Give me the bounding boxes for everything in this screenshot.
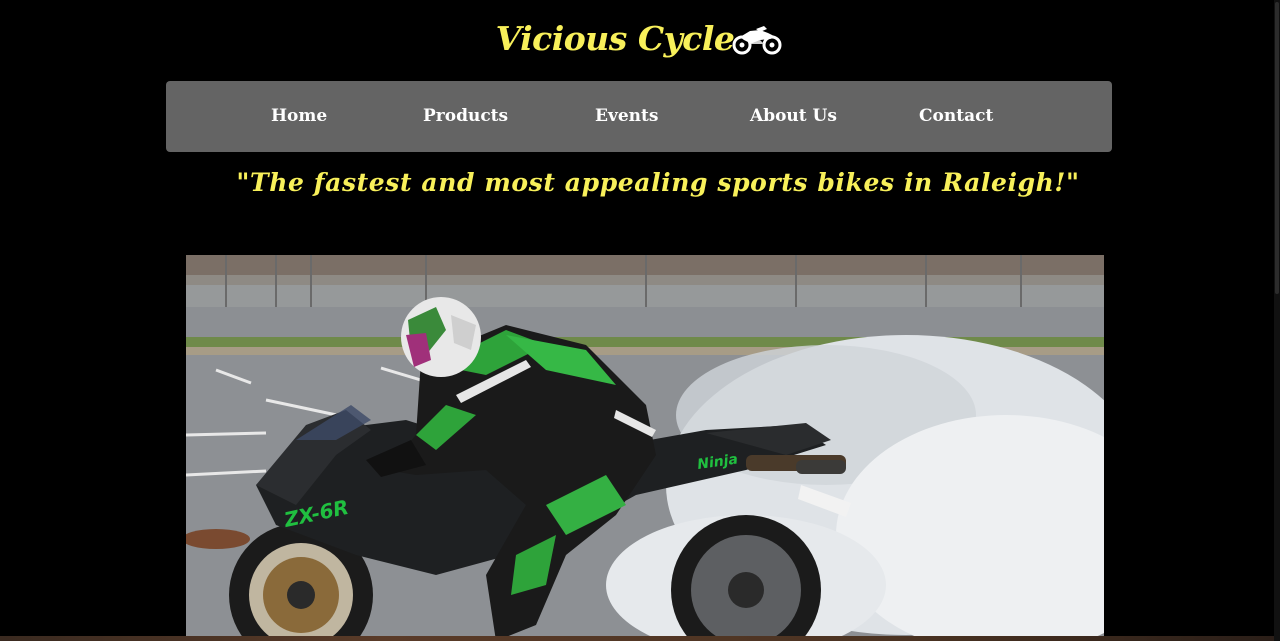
nav-contact[interactable]: Contact (919, 81, 993, 152)
motorcycle-icon (732, 26, 782, 55)
logo-text: Vicious Cycle (495, 19, 735, 58)
nav-products[interactable]: Products (423, 81, 508, 152)
scrollbar[interactable] (1274, 0, 1280, 641)
hero-illustration: ZX-6R Ninja (186, 255, 1104, 641)
nav-about-us[interactable]: About Us (750, 81, 837, 152)
main-nav: Home Products Events About Us Contact (166, 81, 1112, 152)
page: Vicious Cycle Home Products Events About… (0, 0, 1280, 641)
site-header: Vicious Cycle (0, 14, 1280, 64)
site-logo[interactable]: Vicious Cycle (496, 14, 785, 64)
scrollbar-thumb[interactable] (1275, 2, 1279, 294)
footer-strip (0, 636, 1280, 641)
hero-image: ZX-6R Ninja (186, 255, 1104, 641)
nav-home[interactable]: Home (271, 81, 327, 152)
tagline: "The fastest and most appealing sports b… (236, 168, 1080, 197)
nav-events[interactable]: Events (595, 81, 658, 152)
